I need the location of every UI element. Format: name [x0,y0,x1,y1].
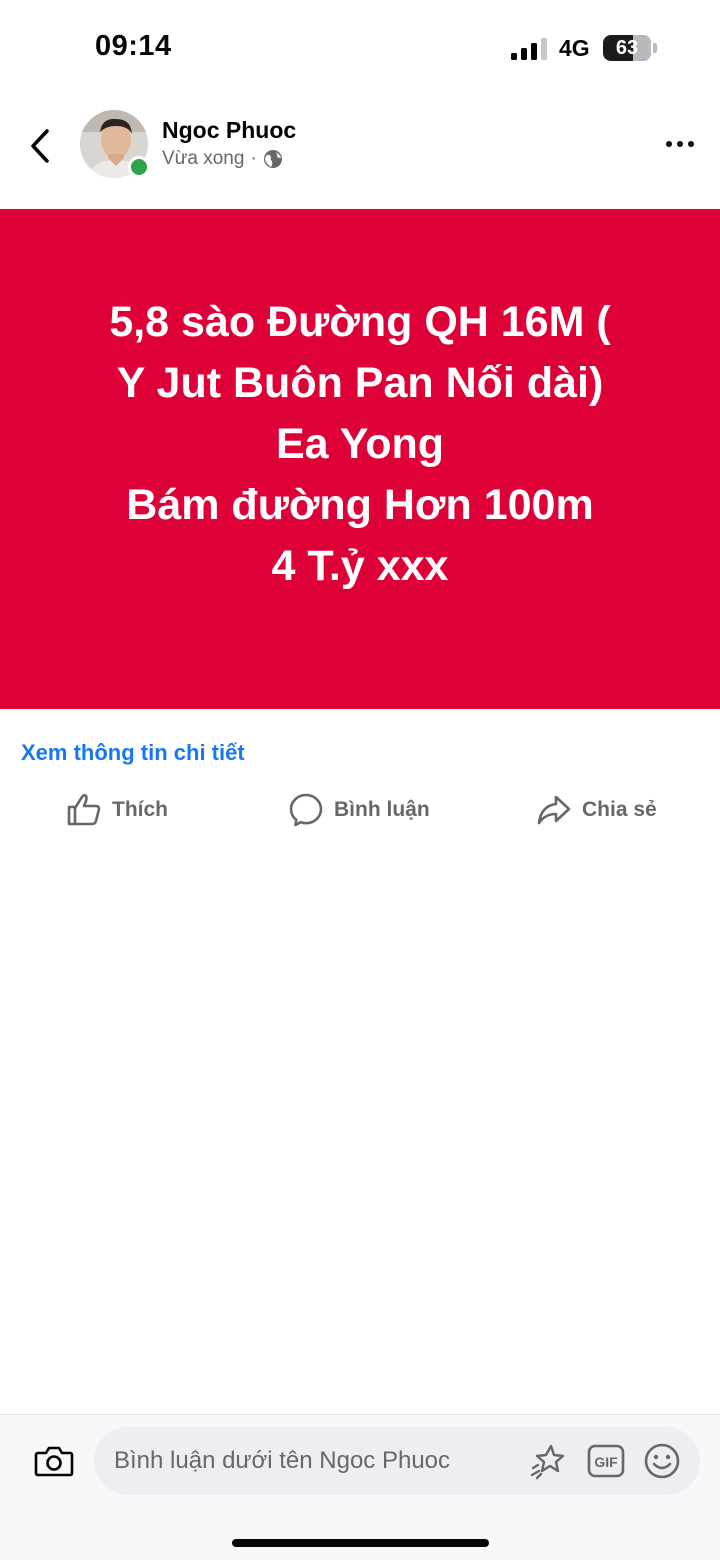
camera-icon [34,1446,74,1477]
comment-button[interactable]: Bình luận [288,785,430,835]
share-arrow-icon [537,795,571,825]
view-details-link[interactable]: Xem thông tin chi tiết [21,740,245,766]
banner-line: Ea Yong [275,419,445,468]
post-meta: Vừa xong · [162,148,283,170]
camera-button[interactable] [32,1441,76,1481]
gif-icon: GIF [587,1444,625,1478]
sticker-button[interactable] [528,1441,568,1481]
back-button[interactable] [20,124,60,168]
author-avatar-wrap[interactable] [80,110,150,178]
comment-bubble-icon [289,793,323,827]
thumbs-up-icon [67,793,101,826]
battery-percent: 63 [615,37,639,59]
emoji-button[interactable] [642,1441,682,1481]
comment-composer: GIF [0,1414,720,1560]
status-bar: 09:14 4G 63 [0,0,720,100]
cellular-signal-icon [511,38,547,60]
banner-line: 5,8 sào Đường QH 16M ( [109,297,611,346]
comment-label: Bình luận [334,798,430,821]
sticker-icon [530,1444,565,1480]
like-label: Thích [112,798,168,821]
status-time: 09:14 [95,30,172,62]
post-time[interactable]: Vừa xong [162,148,244,170]
meta-separator: · [250,148,257,169]
network-type: 4G [559,35,590,61]
home-indicator[interactable] [232,1539,489,1547]
banner-line: 4 T.ỷ xxx [271,541,449,590]
banner-line: Bám đường Hơn 100m [126,480,594,529]
gif-button[interactable]: GIF [586,1441,626,1481]
post-action-bar: Thích Bình luận Chia sẻ [0,785,720,835]
share-label: Chia sẻ [582,798,657,821]
share-button[interactable]: Chia sẻ [536,785,657,835]
author-name[interactable]: Ngoc Phuoc [162,117,296,144]
more-dot [677,141,683,147]
comment-input-wrap[interactable]: GIF [94,1427,700,1495]
battery-nub [653,43,657,53]
more-dot [688,141,694,147]
battery-icon: 63 [603,35,651,61]
post-header: Ngoc Phuoc Vừa xong · [0,100,720,208]
more-options-button[interactable] [658,126,702,162]
more-dot [666,141,672,147]
gif-label: GIF [594,1454,618,1470]
banner-line: Y Jut Buôn Pan Nối dài) [116,358,604,407]
chevron-left-icon [31,129,49,163]
banner-text: 5,8 sào Đường QH 16M ( Y Jut Buôn Pan Nố… [109,292,610,627]
comment-input[interactable] [114,1427,524,1495]
online-status-dot [128,156,150,178]
post-text-banner[interactable]: 5,8 sào Đường QH 16M ( Y Jut Buôn Pan Nố… [0,209,720,709]
like-button[interactable]: Thích [66,785,168,835]
smiley-icon [644,1443,680,1479]
globe-icon [263,150,282,168]
